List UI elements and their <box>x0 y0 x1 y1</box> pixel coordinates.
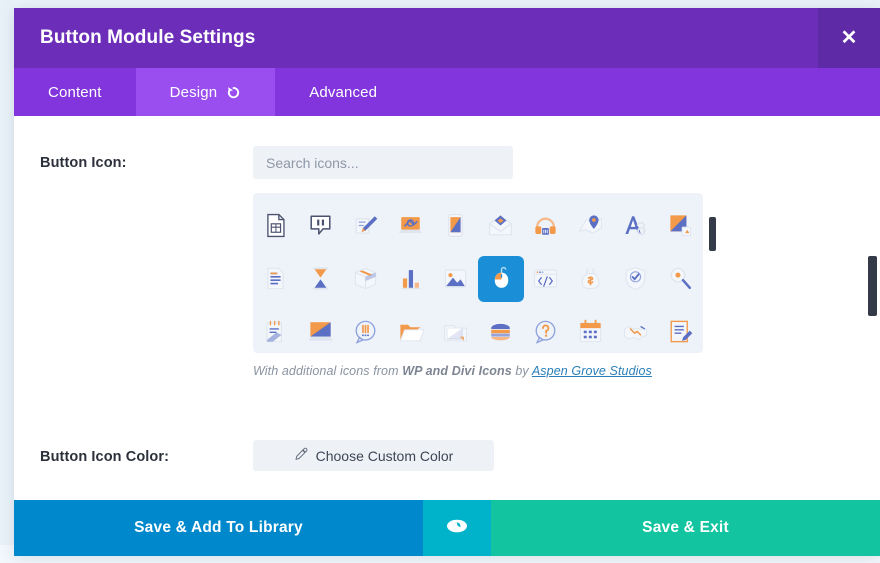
reset-icon[interactable] <box>226 85 241 100</box>
tab-label: Advanced <box>309 84 377 101</box>
save-add-to-library-button[interactable]: Save & Add To Library <box>14 500 423 556</box>
map-pin-icon[interactable] <box>568 201 613 250</box>
icon-grid[interactable] <box>253 193 703 353</box>
tab-content[interactable]: Content <box>14 68 136 116</box>
credit-by: by <box>515 364 528 378</box>
field-row-button-icon: Button Icon: With additional icons from … <box>14 116 880 378</box>
shield-check-icon[interactable] <box>613 254 658 303</box>
modal-body: Button Icon: With additional icons from … <box>14 116 880 500</box>
question-bubble-icon[interactable] <box>523 307 568 353</box>
computer-mouse-icon[interactable] <box>478 256 524 302</box>
typography-icon[interactable] <box>613 201 658 250</box>
button-module-settings-modal: Button Module Settings ✕ Content Design … <box>14 8 880 556</box>
picture-frame-icon[interactable] <box>658 201 703 250</box>
icon-credit: With additional icons from WP and Divi I… <box>253 364 854 378</box>
icon-picker <box>253 193 703 353</box>
choose-custom-color-button[interactable]: Choose Custom Color <box>253 440 494 471</box>
handshake-icon[interactable] <box>613 307 658 353</box>
tab-design[interactable]: Design <box>136 68 276 116</box>
eye-icon <box>445 518 469 539</box>
credit-source: WP and Divi Icons <box>402 364 512 378</box>
folder-file-icon[interactable] <box>433 307 478 353</box>
field-row-button-icon-color: Button Icon Color: Choose Custom Color <box>14 378 880 500</box>
eyedropper-icon <box>294 447 308 464</box>
open-folder-icon[interactable] <box>388 307 433 353</box>
edit-document-icon[interactable] <box>658 307 703 353</box>
text-document-icon[interactable] <box>253 254 298 303</box>
notepad-icon[interactable] <box>253 307 298 353</box>
preview-toggle-button[interactable] <box>423 500 491 556</box>
modal-header: Button Module Settings ✕ <box>14 8 880 68</box>
twitch-chat-icon[interactable] <box>298 201 343 250</box>
hourglass-icon[interactable] <box>298 254 343 303</box>
alert-bubble-icon[interactable] <box>343 307 388 353</box>
icon-grid-scrollbar[interactable] <box>709 217 716 251</box>
search-input[interactable] <box>253 146 513 179</box>
package-box-icon[interactable] <box>343 254 388 303</box>
laptop-analytics-icon[interactable] <box>388 201 433 250</box>
spreadsheet-document-icon[interactable] <box>253 201 298 250</box>
tab-advanced[interactable]: Advanced <box>275 68 411 116</box>
image-photo-icon[interactable] <box>433 254 478 303</box>
pencil-note-icon[interactable] <box>343 201 388 250</box>
burger-stack-icon[interactable] <box>478 307 523 353</box>
modal-scrollbar[interactable] <box>868 256 877 316</box>
close-icon[interactable]: ✕ <box>818 8 880 68</box>
tab-bar: Content Design Advanced <box>14 68 880 116</box>
save-exit-button[interactable]: Save & Exit <box>491 500 880 556</box>
magnifier-search-icon[interactable] <box>658 254 703 303</box>
money-bag-icon[interactable] <box>568 254 613 303</box>
modal-footer: Save & Add To Library Save & Exit <box>14 500 880 556</box>
tab-label: Content <box>48 84 102 101</box>
code-window-icon[interactable] <box>523 254 568 303</box>
button-icon-label: Button Icon: <box>40 146 253 171</box>
telephone-icon[interactable] <box>523 201 568 250</box>
open-envelope-icon[interactable] <box>478 201 523 250</box>
page-title: Button Module Settings <box>14 27 255 49</box>
calendar-icon[interactable] <box>568 307 613 353</box>
tablet-device-icon[interactable] <box>433 201 478 250</box>
screen-gradient-icon[interactable] <box>298 307 343 353</box>
credit-prefix: With additional icons from <box>253 364 399 378</box>
button-icon-color-label: Button Icon Color: <box>40 440 253 465</box>
bar-chart-icon[interactable] <box>388 254 433 303</box>
choose-custom-color-label: Choose Custom Color <box>316 448 454 464</box>
tab-label: Design <box>170 84 218 101</box>
aspen-grove-studios-link[interactable]: Aspen Grove Studios <box>532 364 652 378</box>
